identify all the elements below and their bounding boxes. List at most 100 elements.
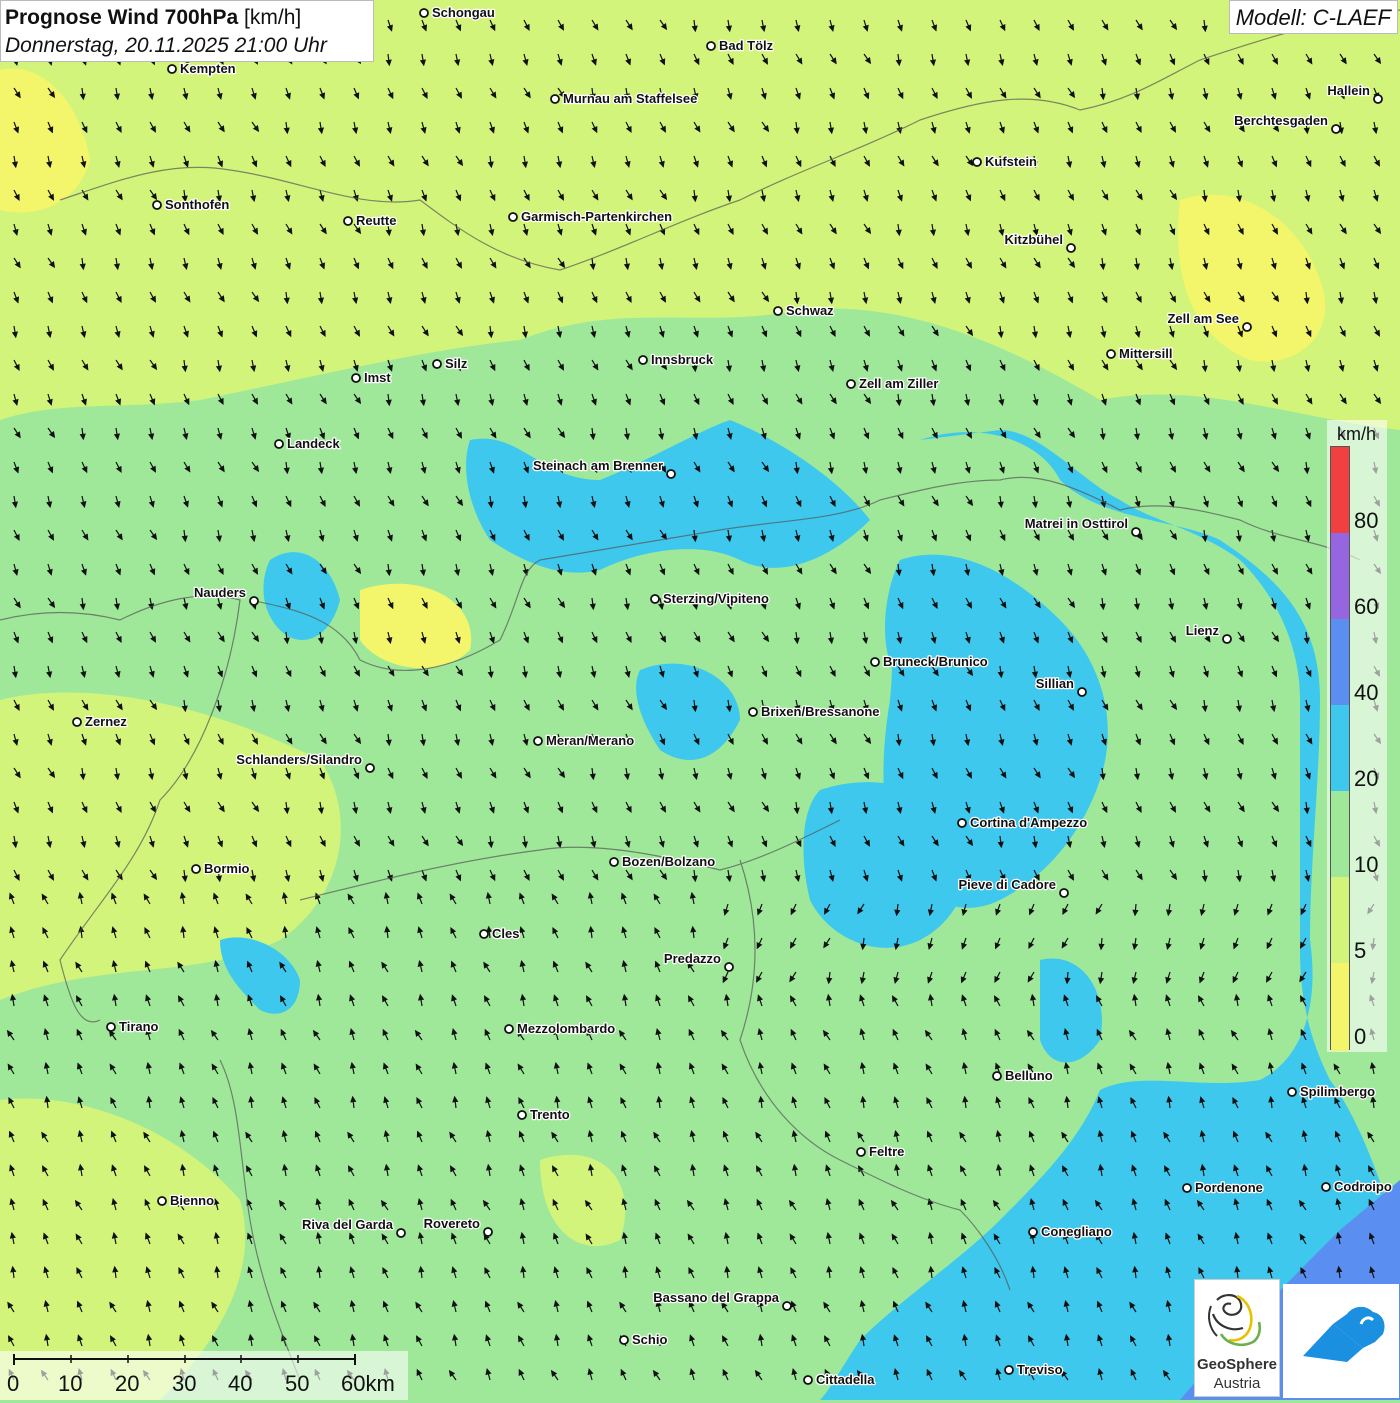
city-label: Mittersill — [1119, 346, 1172, 361]
cloud-arrow-icon — [1303, 1306, 1385, 1362]
city-label: Sonthofen — [165, 197, 229, 212]
scale-label-0: 0 — [7, 1371, 20, 1396]
city-marker-dot — [249, 596, 259, 606]
city-label: Predazzo — [664, 951, 721, 966]
city-label: Schlanders/Silandro — [236, 752, 362, 767]
forecast-date: Donnerstag, 20.11.2025 21:00 Uhr — [5, 34, 327, 57]
city-pordenone: Pordenone — [1182, 1179, 1264, 1196]
city-label: Lienz — [1186, 623, 1220, 638]
city-marker-dot — [191, 864, 201, 874]
city-label: Cles — [492, 926, 519, 941]
scale-label-40: 40 — [228, 1371, 253, 1396]
legend-unit: km/h — [1337, 424, 1377, 444]
city-marker-dot — [550, 94, 560, 104]
city-marker-dot — [666, 469, 676, 479]
city-label: Imst — [364, 370, 391, 385]
legend-seg-60-80 — [1331, 533, 1349, 619]
city-label: Tirano — [119, 1019, 159, 1034]
city-marker-dot — [504, 1024, 514, 1034]
city-marker-dot — [619, 1335, 629, 1345]
city-marker-dot — [609, 857, 619, 867]
city-label: Silz — [445, 356, 468, 371]
legend-label-20: 20 — [1354, 766, 1379, 791]
scale-bar-line — [13, 1354, 356, 1365]
city-marker-dot — [365, 763, 375, 773]
city-cortina-d-ampezzo: Cortina d'Ampezzo — [957, 814, 1089, 831]
legend-label-0: 0 — [1354, 1024, 1367, 1049]
city-label: Feltre — [869, 1144, 904, 1159]
city-innsbruck: Innsbruck — [638, 351, 715, 368]
city-marker-dot — [106, 1022, 116, 1032]
geosphere-logo-line2: Austria — [1213, 1375, 1261, 1392]
city-label: Kufstein — [985, 154, 1037, 169]
city-label: Zell am See — [1167, 311, 1239, 326]
city-marker-dot — [1373, 94, 1383, 104]
city-marker-dot — [1077, 687, 1087, 697]
city-bruneck-brunico: Bruneck/Brunico — [870, 653, 989, 670]
city-label: Riva del Garda — [302, 1217, 394, 1232]
city-label: Murnau am Staffelsee — [563, 91, 697, 106]
city-label: Zernez — [85, 714, 127, 729]
scale-label-20: 20 — [115, 1371, 140, 1396]
city-marker-dot — [856, 1147, 866, 1157]
city-conegliano: Conegliano — [1028, 1223, 1113, 1240]
city-label: Pordenone — [1195, 1180, 1263, 1195]
city-label: Berchtesgaden — [1234, 113, 1328, 128]
wind-speed-legend: km/h 80 60 40 20 10 5 0 — [1327, 420, 1387, 1052]
legend-seg-20-40 — [1331, 705, 1349, 791]
city-marker-dot — [992, 1071, 1002, 1081]
city-label: Bad Tölz — [719, 38, 774, 53]
weather-app-logo[interactable] — [1283, 1284, 1399, 1398]
city-label: Schio — [632, 1332, 667, 1347]
city-marker-dot — [1331, 124, 1341, 134]
city-label: Meran/Merano — [546, 733, 634, 748]
city-label: Pieve di Cadore — [958, 877, 1056, 892]
city-marker-dot — [396, 1228, 406, 1238]
city-marker-dot — [706, 41, 716, 51]
city-label: Reutte — [356, 213, 396, 228]
city-marker-dot — [1182, 1183, 1192, 1193]
legend-seg-0-5 — [1331, 963, 1349, 1051]
wind-forecast-map: Schongau Bad Tölz Kempten Murnau am Staffel… — [0, 0, 1400, 1400]
city-sonthofen: Sonthofen — [152, 196, 231, 213]
city-marker-dot — [972, 157, 982, 167]
city-marker-dot — [479, 929, 489, 939]
city-marker-dot — [1222, 634, 1232, 644]
city-marker-dot — [1066, 243, 1076, 253]
city-marker-dot — [870, 657, 880, 667]
city-label: Conegliano — [1041, 1224, 1112, 1239]
legend-label-5: 5 — [1354, 938, 1367, 963]
city-meran-merano: Meran/Merano — [533, 732, 635, 749]
city-label: Nauders — [194, 585, 246, 600]
city-label: Schongau — [432, 5, 495, 20]
city-marker-dot — [152, 200, 162, 210]
city-marker-dot — [351, 373, 361, 383]
city-label: Sillian — [1036, 676, 1074, 691]
city-garmisch-partenkirchen: Garmisch-Partenkirchen — [508, 208, 673, 225]
city-marker-dot — [638, 355, 648, 365]
city-marker-dot — [748, 707, 758, 717]
scale-label-10: 10 — [58, 1371, 83, 1396]
scale-label-50: 50 — [285, 1371, 310, 1396]
city-marker-dot — [167, 64, 177, 74]
city-marker-dot — [650, 594, 660, 604]
geosphere-austria-logo[interactable]: GeoSphere Austria — [1194, 1279, 1280, 1397]
city-marker-dot — [846, 379, 856, 389]
city-marker-dot — [724, 962, 734, 972]
city-label: Bruneck/Brunico — [883, 654, 988, 669]
city-marker-dot — [157, 1196, 167, 1206]
city-marker-dot — [1242, 322, 1252, 332]
city-marker-dot — [343, 216, 353, 226]
city-label: Bassano del Grappa — [653, 1290, 779, 1305]
city-sterzing-vipiteno: Sterzing/Vipiteno — [650, 590, 770, 607]
geosphere-swirl-icon — [1208, 1294, 1262, 1347]
legend-seg-10-20 — [1331, 791, 1349, 877]
city-marker-dot — [432, 359, 442, 369]
map-title-box: Prognose Wind 700hPa [km/h] Donnerstag, … — [0, 0, 374, 62]
city-marker-dot — [1028, 1227, 1038, 1237]
city-label: Trento — [530, 1107, 570, 1122]
city-marker-dot — [1287, 1087, 1297, 1097]
city-label: Cortina d'Ampezzo — [970, 815, 1087, 830]
city-label: Spilimbergo — [1300, 1084, 1375, 1099]
city-marker-dot — [957, 818, 967, 828]
